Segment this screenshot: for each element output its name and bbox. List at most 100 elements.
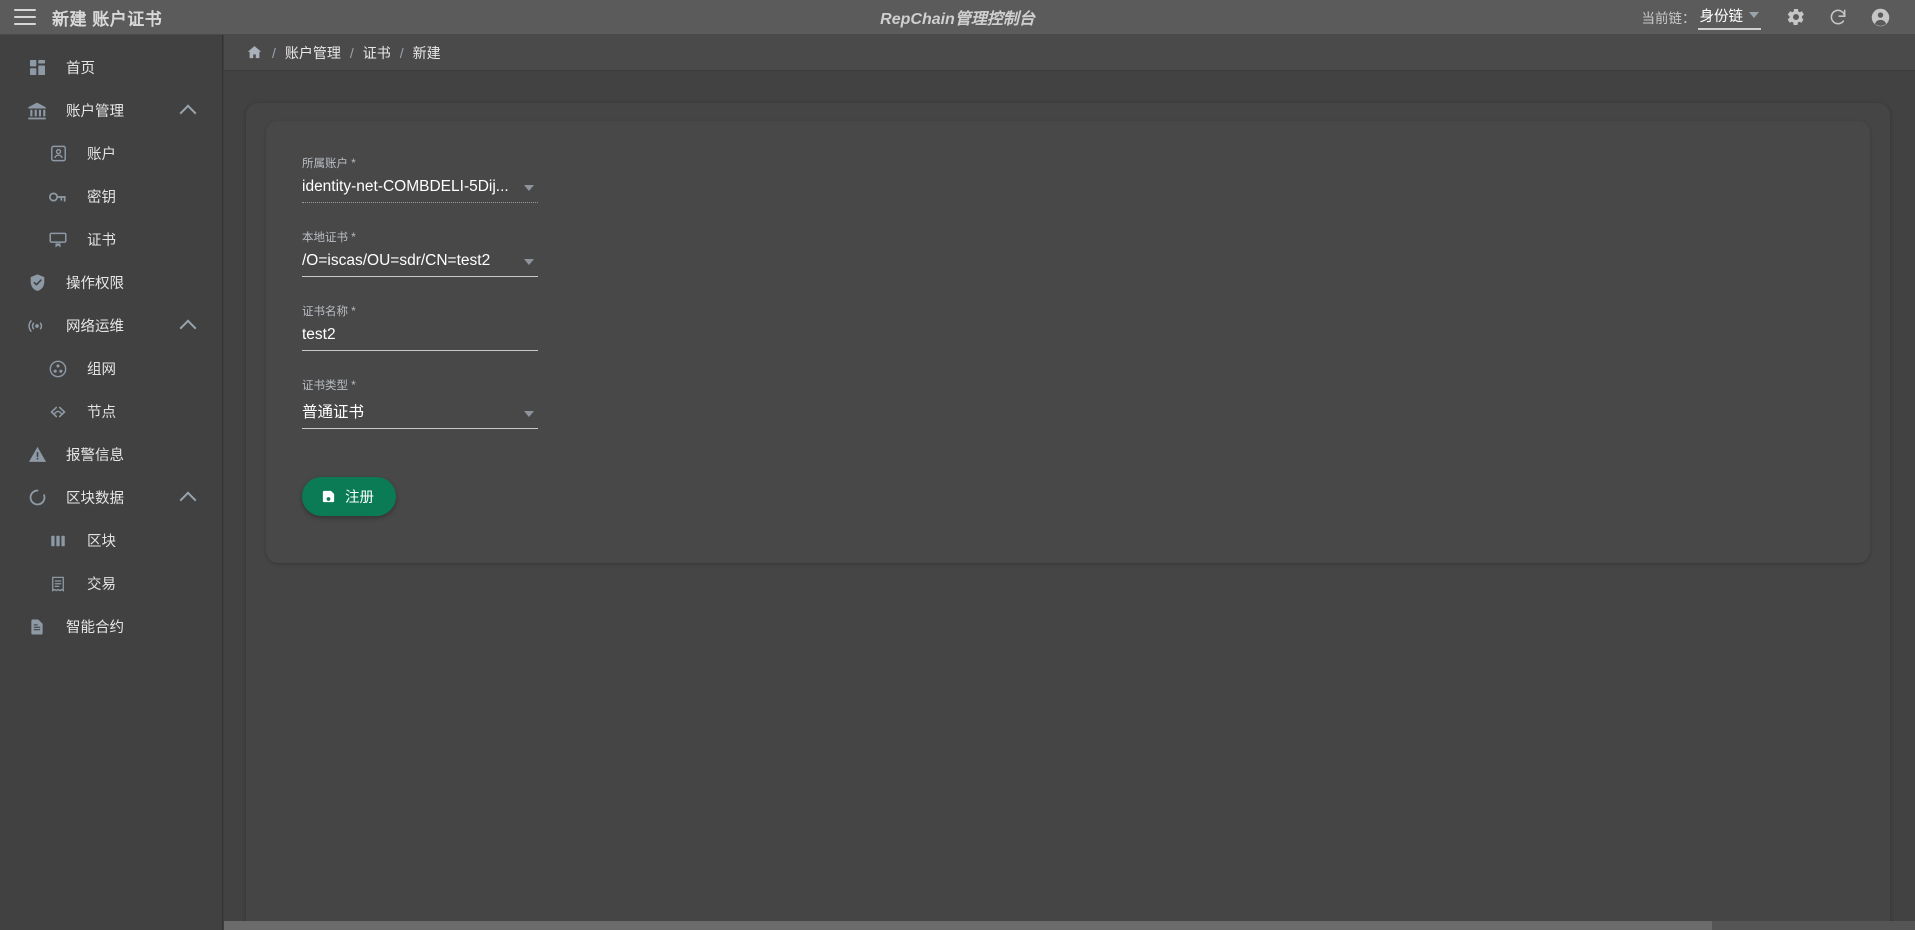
sidebar-item-label: 账户管理 [66,104,124,120]
sidebar-item-label: 密钥 [87,190,116,206]
sidebar-item-label: 节点 [87,405,116,421]
breadcrumb: / 账户管理 / 证书 / 新建 [224,35,1915,71]
register-button-label: 注册 [345,490,374,506]
node-link-icon [47,401,69,423]
topbar-actions: 当前链： 身份链 [1642,0,1915,34]
form-field-label-2: 证书名称 * [302,303,538,319]
sidebar-item-label: 首页 [66,61,95,77]
refresh-icon[interactable] [1821,0,1855,34]
home-icon[interactable] [246,44,263,61]
form-field-0: 所属账户 * identity-net-COMBDELI-5Dij... [302,155,538,203]
save-icon [321,489,336,504]
form-field-label-text: 本地证书 [302,232,348,244]
chain-selector-value: 身份链 [1699,8,1744,25]
sidebar-item-0[interactable]: 首页 [0,46,222,89]
current-chain-label: 当前链： [1641,11,1696,26]
horizontal-scrollbar[interactable] [224,921,1915,930]
sidebar-item-label: 报警信息 [66,448,124,464]
text-input-2[interactable]: test2 [302,326,538,351]
sidebar-item-label: 操作权限 [66,276,124,292]
circle-loading-icon [26,487,48,509]
form-field-label-0: 所属账户 * [302,155,538,171]
sidebar-item-6[interactable]: 网络运维 [0,304,222,347]
radio-signal-icon [26,315,48,337]
chevron-up-icon[interactable] [179,491,197,508]
sidebar-item-label: 智能合约 [66,620,124,636]
register-button[interactable]: 注册 [302,477,396,516]
form-field-value-3: 普通证书 [302,404,365,421]
form-field-label-1: 本地证书 * [302,229,538,245]
breadcrumb-separator-2: / [399,44,404,61]
form-field-2: 证书名称 * test2 [302,303,538,351]
sidebar-item-13[interactable]: 智能合约 [0,605,222,648]
breadcrumb-item-new[interactable]: 新建 [413,43,441,63]
select-control-3[interactable]: 普通证书 [302,400,538,429]
form-field-value-1: /O=iscas/OU=sdr/CN=test2 [302,252,491,269]
form-field-1: 本地证书 * /O=iscas/OU=sdr/CN=test2 [302,229,538,277]
sidebar-navigation: 首页账户管理账户密钥证书操作权限网络运维组网节点报警信息区块数据区块交易智能合约 [0,35,223,930]
sidebar-item-1[interactable]: 账户管理 [0,89,222,132]
form-field-label-text: 证书名称 [302,306,348,318]
key-icon [47,186,69,208]
sidebar-item-12[interactable]: 交易 [0,562,222,605]
content-card: 所属账户 * identity-net-COMBDELI-5Dij... 本地证书 … [246,103,1890,930]
sidebar-item-10[interactable]: 区块数据 [0,476,222,519]
sidebar-item-3[interactable]: 密钥 [0,175,222,218]
sidebar-item-4[interactable]: 证书 [0,218,222,261]
required-marker: * [351,232,356,244]
horizontal-scrollbar-thumb[interactable] [224,921,1713,930]
chevron-down-icon[interactable] [524,259,534,265]
form-field-3: 证书类型 * 普通证书 [302,377,538,429]
chevron-down-icon[interactable] [524,411,534,417]
sidebar-item-5[interactable]: 操作权限 [0,261,222,304]
form-field-value-0: identity-net-COMBDELI-5Dij... [302,178,509,195]
breadcrumb-separator-1: / [349,44,354,61]
account-circle-icon[interactable] [1863,0,1897,34]
sidebar-item-label: 区块 [87,534,116,550]
sidebar-item-2[interactable]: 账户 [0,132,222,175]
chevron-down-icon[interactable] [524,185,534,191]
receipt-icon [47,573,69,595]
certificate-form-card: 所属账户 * identity-net-COMBDELI-5Dij... 本地证书 … [266,121,1870,563]
sidebar-item-label: 证书 [87,233,116,249]
sidebar-item-11[interactable]: 区块 [0,519,222,562]
gear-icon[interactable] [1779,0,1813,34]
sidebar-item-8[interactable]: 节点 [0,390,222,433]
columns-icon [47,530,69,552]
account-box-icon [47,143,69,165]
file-document-icon [26,616,48,638]
chain-selector[interactable]: 身份链 [1697,5,1761,30]
page-title: 新建 账户证书 [52,9,163,29]
new-certificate-form: 所属账户 * identity-net-COMBDELI-5Dij... 本地证书 … [266,121,1870,516]
sidebar-item-label: 账户 [87,147,116,163]
select-control-0[interactable]: identity-net-COMBDELI-5Dij... [302,178,538,203]
dashboard-icon [26,57,48,79]
chevron-up-icon[interactable] [179,319,197,336]
alert-triangle-icon [26,444,48,466]
chevron-up-icon[interactable] [179,104,197,121]
certificate-monitor-icon [47,229,69,251]
sidebar-item-label: 区块数据 [66,491,124,507]
form-field-label-text: 所属账户 [302,158,348,170]
app-brand-title: RepChain管理控制台 [880,11,1035,28]
page-body: 所属账户 * identity-net-COMBDELI-5Dij... 本地证书 … [224,71,1915,930]
main-content: / 账户管理 / 证书 / 新建 所属账户 * identity-net-COMB… [224,35,1915,930]
breadcrumb-item-certificate[interactable]: 证书 [363,43,391,63]
sidebar-item-9[interactable]: 报警信息 [0,433,222,476]
sidebar-item-label: 网络运维 [66,319,124,335]
hamburger-menu-icon[interactable] [14,9,36,25]
form-field-label-3: 证书类型 * [302,377,538,393]
sidebar-item-label: 交易 [87,577,116,593]
breadcrumb-separator-0: / [272,44,276,61]
sidebar-item-label: 组网 [87,362,116,378]
bank-icon [26,100,48,122]
breadcrumb-item-account-management[interactable]: 账户管理 [285,43,341,63]
required-marker: * [351,158,356,170]
form-field-value-2: test2 [302,326,336,343]
required-marker: * [351,306,356,318]
select-control-1[interactable]: /O=iscas/OU=sdr/CN=test2 [302,252,538,277]
top-app-bar: 新建 账户证书 RepChain管理控制台 当前链： 身份链 [0,0,1915,35]
shield-check-icon [26,272,48,294]
form-field-label-text: 证书类型 [302,380,348,392]
sidebar-item-7[interactable]: 组网 [0,347,222,390]
